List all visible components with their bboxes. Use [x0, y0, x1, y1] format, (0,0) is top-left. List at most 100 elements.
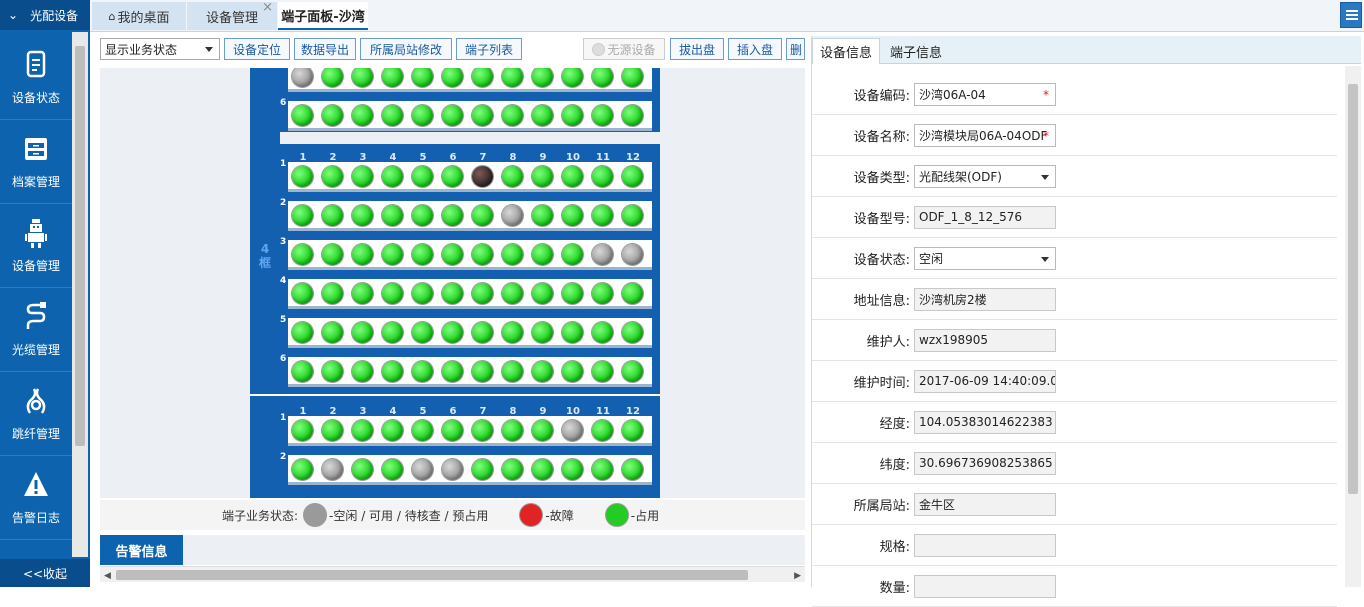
port-on[interactable] [622, 205, 643, 226]
port-off[interactable] [562, 420, 583, 441]
delete-button[interactable]: 删 [786, 38, 805, 60]
port-on[interactable] [382, 459, 403, 480]
port-on[interactable] [472, 205, 493, 226]
port-on[interactable] [412, 105, 433, 126]
port-on[interactable] [472, 283, 493, 304]
port-on[interactable] [592, 283, 613, 304]
port-on[interactable] [412, 244, 433, 265]
port-on[interactable] [412, 205, 433, 226]
tab-alarm-info[interactable]: 告警信息 [100, 535, 183, 565]
sidebar-item-device-mgmt[interactable]: 设备管理 [0, 204, 72, 288]
sidebar-item-archive[interactable]: 档案管理 [0, 120, 72, 204]
port-on[interactable] [472, 68, 493, 87]
port-on[interactable] [382, 361, 403, 382]
port-on[interactable] [412, 322, 433, 343]
port-on[interactable] [322, 283, 343, 304]
port-on[interactable] [592, 459, 613, 480]
port-on[interactable] [472, 322, 493, 343]
port-on[interactable] [322, 166, 343, 187]
port-on[interactable] [292, 361, 313, 382]
port-on[interactable] [442, 105, 463, 126]
port-on[interactable] [442, 68, 463, 87]
port-bad[interactable] [472, 166, 493, 187]
port-on[interactable] [592, 68, 613, 87]
port-on[interactable] [292, 205, 313, 226]
sidebar-item-alarm-log[interactable]: 告警日志 [0, 456, 72, 540]
port-on[interactable] [382, 283, 403, 304]
close-icon[interactable]: × [262, 0, 273, 15]
port-on[interactable] [352, 361, 373, 382]
port-on[interactable] [502, 166, 523, 187]
port-on[interactable] [412, 420, 433, 441]
scroll-left-icon[interactable]: ◀ [104, 571, 111, 581]
scroll-right-icon[interactable]: ▶ [794, 571, 801, 581]
right-scrollbar[interactable] [1345, 66, 1361, 587]
port-on[interactable] [352, 205, 373, 226]
locate-button[interactable]: 设备定位 [224, 38, 290, 60]
port-on[interactable] [622, 420, 643, 441]
port-off[interactable] [592, 244, 613, 265]
port-on[interactable] [382, 420, 403, 441]
port-on[interactable] [532, 361, 553, 382]
port-on[interactable] [472, 105, 493, 126]
port-on[interactable] [292, 105, 313, 126]
port-on[interactable] [472, 420, 493, 441]
port-on[interactable] [502, 322, 523, 343]
horizontal-scrollbar[interactable]: ◀ ▶ [100, 566, 805, 582]
field-select[interactable]: 空闲 [914, 246, 1056, 270]
port-on[interactable] [622, 105, 643, 126]
port-on[interactable] [412, 361, 433, 382]
station-edit-button[interactable]: 所属局站修改 [360, 38, 452, 60]
export-button[interactable]: 数据导出 [294, 38, 356, 60]
port-on[interactable] [592, 166, 613, 187]
port-on[interactable] [322, 361, 343, 382]
port-on[interactable] [622, 322, 643, 343]
port-on[interactable] [442, 420, 463, 441]
port-on[interactable] [532, 205, 553, 226]
port-on[interactable] [532, 322, 553, 343]
port-on[interactable] [502, 361, 523, 382]
port-on[interactable] [592, 420, 613, 441]
port-on[interactable] [562, 68, 583, 87]
port-on[interactable] [442, 244, 463, 265]
port-on[interactable] [622, 283, 643, 304]
port-on[interactable] [352, 459, 373, 480]
port-off[interactable] [442, 459, 463, 480]
port-on[interactable] [442, 322, 463, 343]
port-off[interactable] [322, 459, 343, 480]
port-on[interactable] [442, 283, 463, 304]
port-on[interactable] [622, 68, 643, 87]
port-on[interactable] [562, 361, 583, 382]
field-input[interactable]: 沙湾06A-04 * [914, 82, 1056, 106]
port-on[interactable] [322, 322, 343, 343]
port-on[interactable] [562, 322, 583, 343]
port-on[interactable] [562, 283, 583, 304]
tab-port-panel[interactable]: 端子面板-沙湾 [278, 2, 368, 30]
tab-port-info[interactable]: 端子信息 [882, 38, 950, 64]
port-on[interactable] [412, 283, 433, 304]
tab-device-mgmt[interactable]: 设备管理 × [187, 0, 277, 30]
port-on[interactable] [502, 105, 523, 126]
port-on[interactable] [502, 283, 523, 304]
port-on[interactable] [352, 105, 373, 126]
insert-button[interactable]: 插入盘 [728, 38, 782, 60]
port-off[interactable] [412, 459, 433, 480]
port-on[interactable] [532, 459, 553, 480]
port-on[interactable] [532, 68, 553, 87]
port-on[interactable] [322, 105, 343, 126]
port-on[interactable] [292, 166, 313, 187]
port-on[interactable] [502, 68, 523, 87]
port-on[interactable] [292, 283, 313, 304]
port-on[interactable] [412, 68, 433, 87]
port-on[interactable] [442, 166, 463, 187]
port-on[interactable] [352, 283, 373, 304]
port-on[interactable] [622, 166, 643, 187]
port-on[interactable] [292, 420, 313, 441]
sidebar-scrollbar[interactable] [72, 32, 88, 557]
port-on[interactable] [352, 68, 373, 87]
port-on[interactable] [622, 361, 643, 382]
field-input[interactable]: 沙湾模块局06A-04ODF * [914, 123, 1056, 147]
port-on[interactable] [532, 166, 553, 187]
tab-desktop[interactable]: ⌂ 我的桌面 [92, 2, 186, 30]
port-on[interactable] [592, 361, 613, 382]
